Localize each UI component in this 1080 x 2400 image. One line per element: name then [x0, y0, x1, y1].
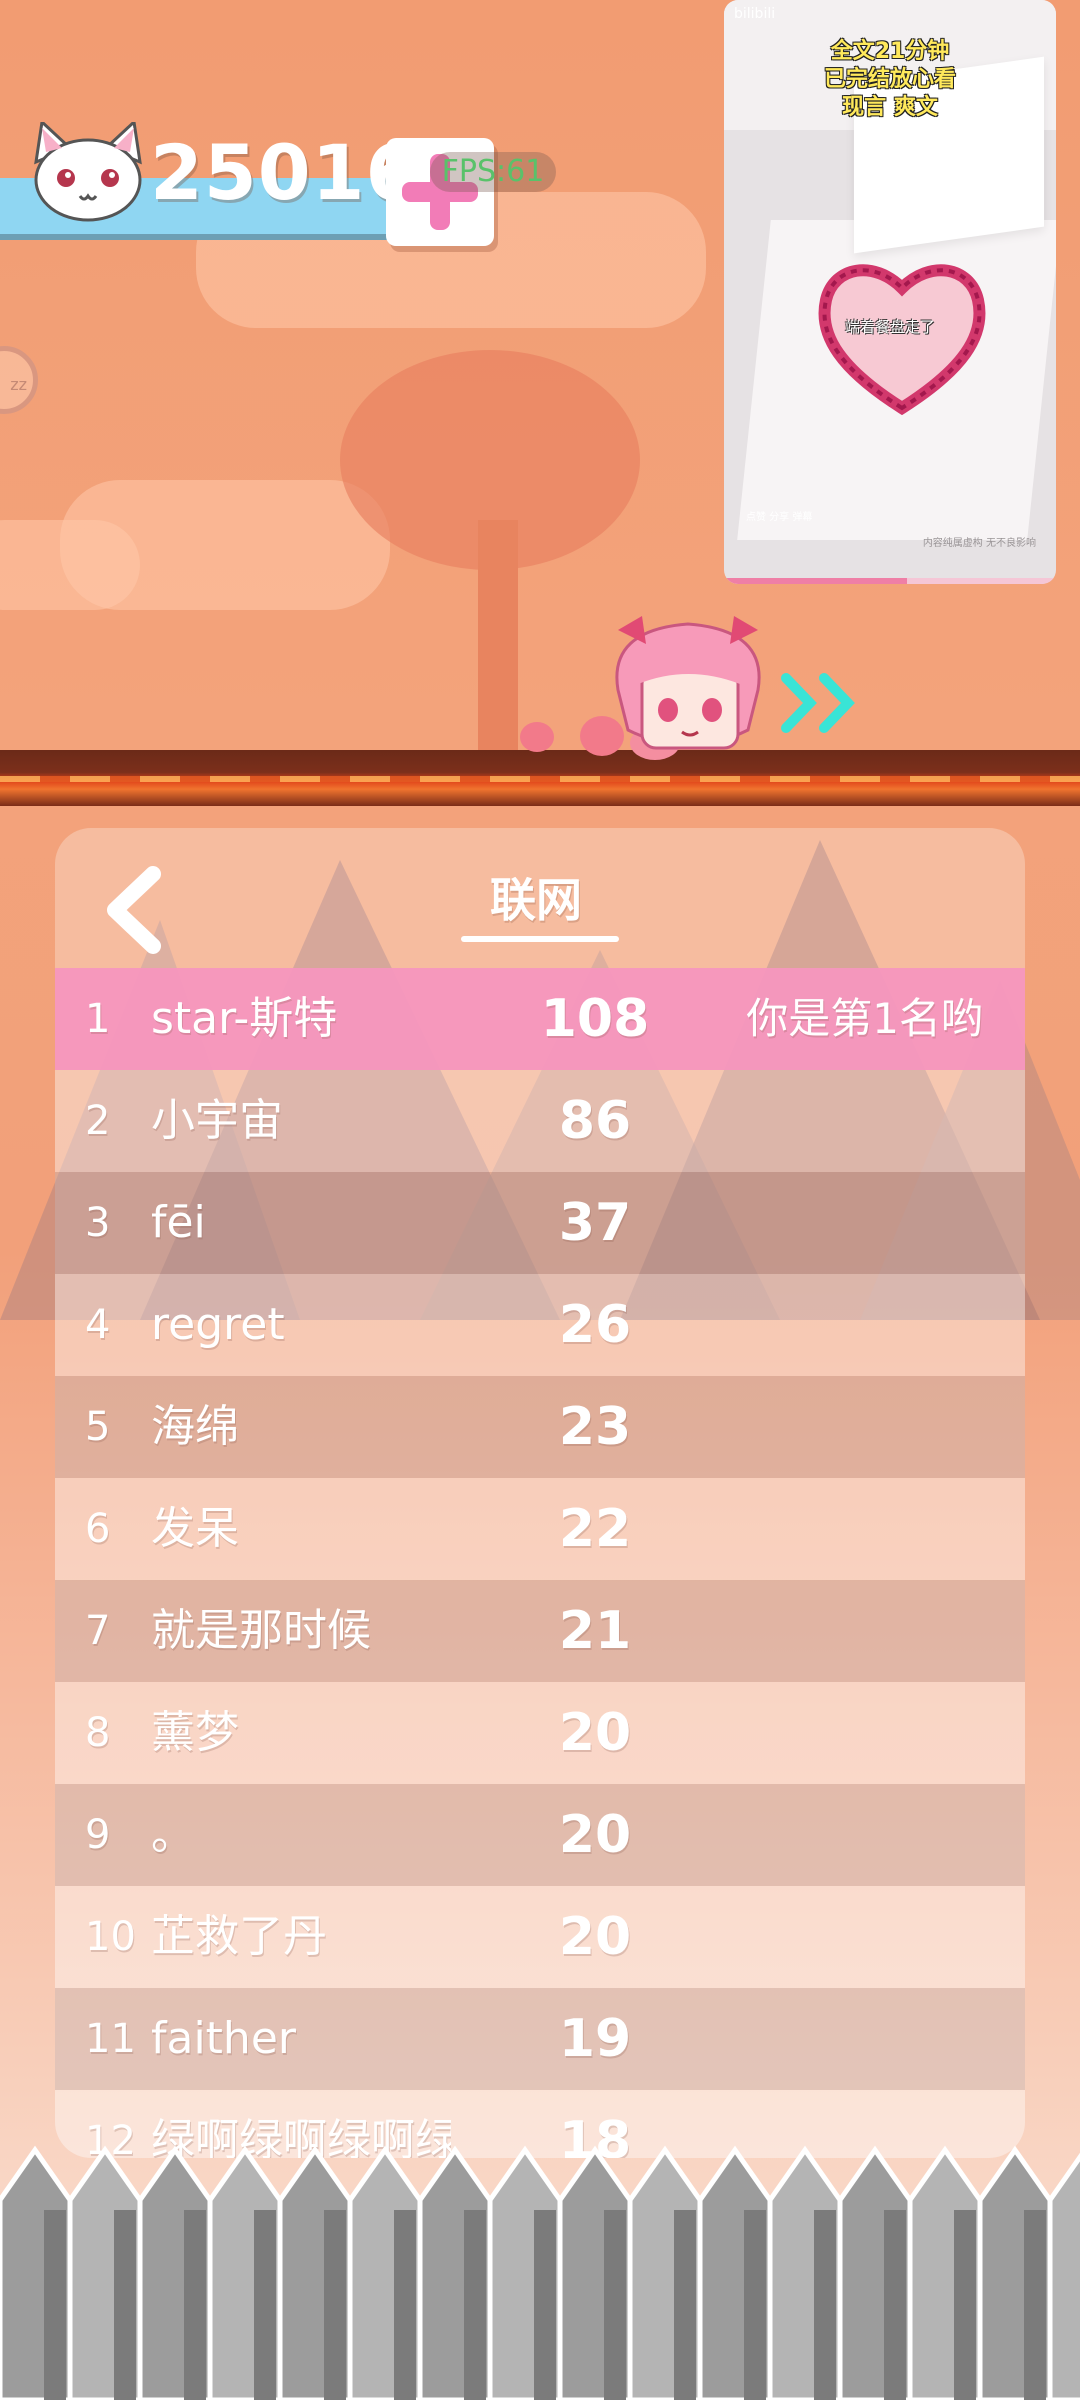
leaderboard-row[interactable]: 8 薰梦 20 [55, 1682, 1025, 1784]
leaderboard-row[interactable]: 2 小宇宙 86 [55, 1070, 1025, 1172]
rank-number: 6 [85, 1506, 111, 1552]
fence-shadow [464, 2210, 486, 2400]
leaderboard-row[interactable]: 6 发呆 22 [55, 1478, 1025, 1580]
player-name: fēi [151, 1197, 206, 1248]
fence-shadow [744, 2210, 766, 2400]
player-score: 20 [558, 1907, 632, 1967]
fence-picket [1047, 2152, 1080, 2400]
player-name: 海绵 [151, 1401, 239, 1452]
background-cloud [0, 520, 140, 610]
fence-shadow [184, 2210, 206, 2400]
player-score: 108 [540, 989, 650, 1049]
video-progress-fill [724, 578, 907, 584]
player-score: 19 [558, 2009, 632, 2069]
video-progress-bar[interactable] [724, 578, 1056, 584]
leaderboard-row[interactable]: 11 faither 19 [55, 1988, 1025, 2090]
video-brand: bilibili [734, 6, 776, 22]
player-name: regret [151, 1299, 285, 1350]
player-score: 20 [558, 1703, 632, 1763]
player-name: 小宇宙 [151, 1095, 283, 1146]
leaderboard-row[interactable]: 1 star-斯特 108 你是第1名哟 [55, 968, 1025, 1070]
rank-number: 9 [85, 1812, 111, 1858]
fence-shadow [884, 2210, 906, 2400]
video-overlay[interactable]: bilibili 全文21分钟 已完结放心看 现言 爽文 端着餐盘走了 点赞 分… [724, 0, 1056, 584]
rank-note: 你是第1名哟 [746, 994, 983, 1043]
video-disclaimer: 内容纯属虚构 无不良影响 [922, 538, 1036, 549]
rank-number: 11 [85, 2016, 136, 2062]
player-name: 薰梦 [151, 1707, 239, 1758]
player-score: 37 [558, 1193, 632, 1253]
player-name: 芷救了丹 [151, 1911, 327, 1962]
player-score: 21 [558, 1601, 632, 1661]
fence-shadow [324, 2210, 346, 2400]
rank-number: 2 [85, 1098, 111, 1144]
rank-number: 8 [85, 1710, 111, 1756]
lava-crack [0, 776, 1080, 782]
rank-number: 1 [85, 996, 111, 1042]
fence-shadow [44, 2210, 66, 2400]
fence-shadow [954, 2210, 976, 2400]
fence-shadow [674, 2210, 696, 2400]
cat-face-icon [28, 118, 148, 222]
fps-counter: FPS:61 [430, 152, 556, 192]
leaderboard-row[interactable]: 4 regret 26 [55, 1274, 1025, 1376]
player-score: 26 [558, 1295, 632, 1355]
player-score: 86 [558, 1091, 632, 1151]
fence-shadow [1024, 2210, 1046, 2400]
back-button[interactable] [95, 860, 175, 960]
player-score: 20 [558, 1805, 632, 1865]
rank-number: 4 [85, 1302, 111, 1348]
player-name: 发呆 [151, 1503, 239, 1554]
player-name: star-斯特 [151, 993, 338, 1044]
score-value: 25016 [150, 128, 420, 217]
video-subtitle: 端着餐盘走了 [844, 318, 935, 336]
fence-shadow [394, 2210, 416, 2400]
game-screen: 25016 FPS:61 zz bilibili 全文21分钟 已完结放心看 现… [0, 0, 1080, 2400]
tab-underline [461, 936, 619, 942]
player-score: 23 [558, 1397, 632, 1457]
leaderboard-row[interactable]: 7 就是那时候 21 [55, 1580, 1025, 1682]
spike-fence [0, 2145, 1080, 2400]
leaderboard-row[interactable]: 5 海绵 23 [55, 1376, 1025, 1478]
rank-number: 7 [85, 1608, 111, 1654]
leaderboard-row[interactable]: 9 。 20 [55, 1784, 1025, 1886]
background-tree-trunk [478, 520, 518, 760]
video-actions[interactable]: 点赞 分享 弹幕 [746, 508, 812, 523]
rank-number: 5 [85, 1404, 111, 1450]
fence-shadow [254, 2210, 276, 2400]
speed-arrows-icon [781, 673, 855, 733]
timer-icon[interactable]: zz [0, 346, 38, 414]
player-score: 22 [558, 1499, 632, 1559]
fence-shadow [604, 2210, 626, 2400]
tab-online[interactable]: 联网 [455, 864, 617, 934]
leaderboard-row[interactable]: 10 芷救了丹 20 [55, 1886, 1025, 1988]
fence-shadow [114, 2210, 136, 2400]
player-name: 。 [151, 1809, 195, 1860]
rank-list[interactable]: 1 star-斯特 108 你是第1名哟 2 小宇宙 86 3 fēi 37 4 regret 26 5 海… [55, 968, 1025, 2158]
dust-puff [520, 722, 554, 752]
fence-shadow [534, 2210, 556, 2400]
rank-number: 10 [85, 1914, 136, 1960]
video-caption: 全文21分钟 已完结放心看 现言 爽文 [823, 39, 956, 120]
player-name: faither [151, 2013, 296, 2064]
fence-shadow [814, 2210, 836, 2400]
chevron-left-icon [107, 866, 161, 954]
leaderboard-panel: 联网 1 star-斯特 108 你是第1名哟 2 小宇宙 86 3 fēi 37 4 regret 2… [55, 828, 1025, 2158]
rank-number: 3 [85, 1200, 111, 1246]
player-character [615, 616, 761, 750]
player-name: 就是那时候 [151, 1605, 371, 1656]
leaderboard-row[interactable]: 3 fēi 37 [55, 1172, 1025, 1274]
